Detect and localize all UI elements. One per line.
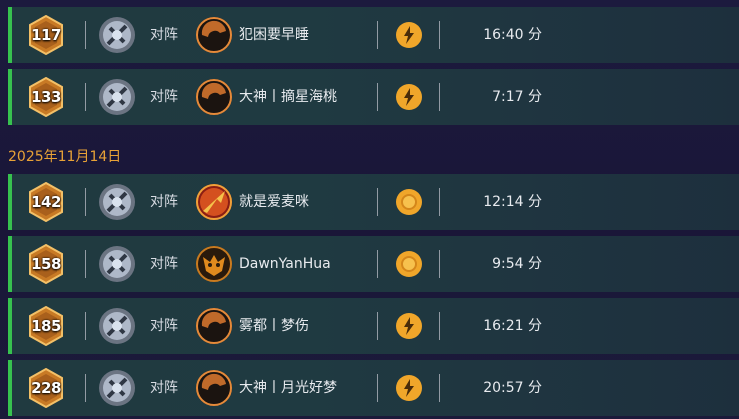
player-deck-icon [98,183,136,221]
divider [377,21,378,49]
opponent-name[interactable]: DawnYanHua [239,236,331,292]
level-number: 142 [31,193,61,211]
divider [439,21,440,49]
match-row[interactable]: 185 对阵 雾都丨梦伤 16:21 分 [8,298,739,354]
opponent-name[interactable]: 就是爱麦咪 [239,174,309,230]
opponent-name[interactable]: 大神丨摘星海桃 [239,69,337,125]
match-row[interactable]: 158 对阵 DawnYanHua 9:54 分 [8,236,739,292]
coin-badge-icon [395,250,423,278]
divider [85,83,86,111]
divider [85,250,86,278]
match-row[interactable]: 117 对阵 犯困要早睡 16:40 分 [8,7,739,63]
player-deck-icon [98,16,136,54]
level-badge: 142 [28,182,64,222]
vs-label: 对阵 [150,89,178,105]
level-number: 117 [31,26,61,44]
match-row[interactable]: 228 对阵 大神丨月光好梦 20:57 分 [8,360,739,416]
divider [85,188,86,216]
vs-label: 对阵 [150,318,178,334]
level-number: 133 [31,88,61,106]
divider [439,83,440,111]
vs-label: 对阵 [150,27,178,43]
divider [377,374,378,402]
level-number: 158 [31,255,61,273]
player-deck-icon [98,307,136,345]
match-duration: 9:54 分 [492,256,542,272]
divider [439,374,440,402]
divider [85,312,86,340]
opponent-name[interactable]: 犯困要早睡 [239,7,309,63]
match-duration: 12:14 分 [483,194,542,210]
red-dragon-avatar-icon [195,183,233,221]
divider [377,312,378,340]
dark-swirl-avatar-icon [195,78,233,116]
date-header: 2025年11月14日 [8,149,122,165]
match-duration: 20:57 分 [483,380,542,396]
match-duration: 16:21 分 [483,318,542,334]
coin-badge-icon [395,188,423,216]
level-badge: 133 [28,77,64,117]
dark-swirl-avatar-icon [195,369,233,407]
divider [377,83,378,111]
divider [85,374,86,402]
player-deck-icon [98,369,136,407]
divider [377,188,378,216]
vs-label: 对阵 [150,194,178,210]
match-row[interactable]: 133 对阵 大神丨摘星海桃 7:17 分 [8,69,739,125]
match-row[interactable]: 142 对阵 就是爱麦咪 12:14 分 [8,174,739,230]
level-badge: 117 [28,15,64,55]
flame-badge-icon [395,312,423,340]
dark-swirl-avatar-icon [195,307,233,345]
match-duration: 7:17 分 [492,89,542,105]
orc-mask-avatar-icon [195,245,233,283]
level-badge: 158 [28,244,64,284]
flame-badge-icon [395,374,423,402]
opponent-name[interactable]: 雾都丨梦伤 [239,298,309,354]
divider [85,21,86,49]
vs-label: 对阵 [150,256,178,272]
level-number: 185 [31,317,61,335]
flame-badge-icon [395,83,423,111]
divider [439,312,440,340]
divider [377,250,378,278]
match-history-list: 117 对阵 犯困要早睡 16:40 分 133 对阵 大神丨摘星海桃 7:17… [0,0,739,419]
player-deck-icon [98,245,136,283]
dark-swirl-avatar-icon [195,16,233,54]
match-duration: 16:40 分 [483,27,542,43]
player-deck-icon [98,78,136,116]
level-badge: 228 [28,368,64,408]
divider [439,250,440,278]
level-number: 228 [31,379,61,397]
vs-label: 对阵 [150,380,178,396]
flame-badge-icon [395,21,423,49]
divider [439,188,440,216]
level-badge: 185 [28,306,64,346]
opponent-name[interactable]: 大神丨月光好梦 [239,360,337,416]
